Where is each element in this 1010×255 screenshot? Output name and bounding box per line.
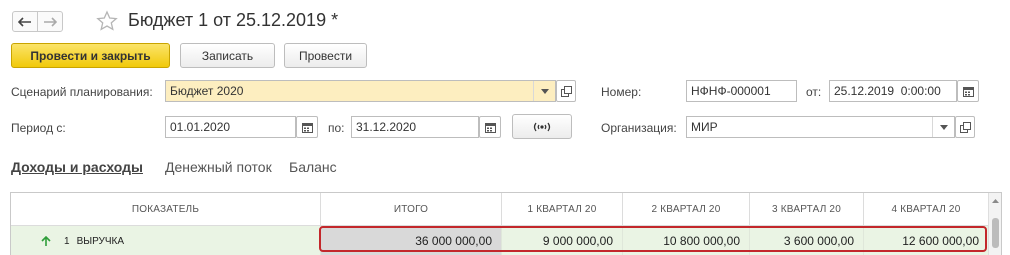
- scenario-label: Сценарий планирования:: [11, 85, 153, 99]
- chevron-down-icon: [939, 124, 948, 130]
- open-window-icon: [959, 121, 971, 133]
- period-label: Период с:: [11, 121, 66, 135]
- row-name: ВЫРУЧКА: [76, 235, 125, 247]
- chevron-down-icon: [540, 88, 549, 94]
- scenario-open-button[interactable]: [556, 80, 576, 102]
- calendar-icon: [484, 122, 496, 133]
- page-title: Бюджет 1 от 25.12.2019 *: [128, 10, 339, 30]
- forward-button[interactable]: [37, 11, 63, 32]
- date-label: от:: [806, 85, 822, 99]
- table-scrollbar[interactable]: [988, 193, 1001, 255]
- save-button[interactable]: Записать: [180, 43, 275, 68]
- period-icon: [533, 122, 551, 131]
- column-header-q1[interactable]: 1 КВАРТАЛ 20: [502, 193, 623, 225]
- organization-dropdown-button[interactable]: [932, 117, 954, 137]
- post-and-close-button[interactable]: Провести и закрыть: [11, 43, 170, 68]
- calendar-icon: [301, 122, 313, 133]
- period-from-field[interactable]: 01.01.2020: [165, 116, 296, 138]
- tab-balance[interactable]: Баланс: [289, 159, 337, 175]
- organization-field[interactable]: МИР: [686, 116, 955, 138]
- highlight-frame: [319, 226, 987, 252]
- period-to-calendar-button[interactable]: [479, 116, 501, 138]
- column-header-q3[interactable]: 3 КВАРТАЛ 20: [750, 193, 864, 225]
- scenario-dropdown-button[interactable]: [533, 81, 555, 101]
- date-field[interactable]: 25.12.2019 0:00:00: [829, 80, 957, 102]
- arrow-up-icon: [41, 235, 51, 246]
- scroll-up-icon[interactable]: [989, 197, 1002, 205]
- date-value: 25.12.2019 0:00:00: [834, 84, 941, 98]
- number-label: Номер:: [601, 85, 642, 99]
- period-from-calendar-button[interactable]: [296, 116, 318, 138]
- favorite-star-icon[interactable]: [96, 10, 118, 32]
- column-header-indicator[interactable]: ПОКАЗАТЕЛЬ: [11, 193, 321, 225]
- column-header-q2[interactable]: 2 КВАРТАЛ 20: [623, 193, 750, 225]
- tab-income-expenses[interactable]: Доходы и расходы: [11, 159, 143, 175]
- row-number: 1: [64, 235, 70, 247]
- organization-open-button[interactable]: [955, 116, 975, 138]
- organization-label: Организация:: [601, 121, 677, 135]
- period-to-field[interactable]: 31.12.2020: [351, 116, 479, 138]
- period-to-value: 31.12.2020: [356, 120, 417, 134]
- tab-cash-flow[interactable]: Денежный поток: [165, 159, 272, 175]
- scenario-value: Бюджет 2020: [170, 84, 244, 98]
- column-header-q4[interactable]: 4 КВАРТАЛ 20: [864, 193, 989, 225]
- organization-value: МИР: [691, 120, 718, 134]
- arrow-right-icon: [44, 16, 57, 27]
- period-to-label: по:: [328, 121, 345, 135]
- date-calendar-button[interactable]: [957, 80, 979, 102]
- row-indicator-cell[interactable]: 1 ВЫРУЧКА: [11, 226, 321, 255]
- calendar-icon: [962, 86, 974, 97]
- scenario-field[interactable]: Бюджет 2020: [165, 80, 556, 102]
- number-field[interactable]: НФНФ-000001: [686, 80, 797, 102]
- post-button[interactable]: Провести: [284, 43, 367, 68]
- back-button[interactable]: [12, 11, 38, 32]
- open-window-icon: [560, 85, 572, 97]
- period-from-value: 01.01.2020: [170, 120, 231, 134]
- column-header-total[interactable]: ИТОГО: [321, 193, 502, 225]
- scrollbar-thumb[interactable]: [992, 218, 999, 248]
- arrow-left-icon: [18, 16, 31, 27]
- period-select-button[interactable]: [512, 114, 572, 139]
